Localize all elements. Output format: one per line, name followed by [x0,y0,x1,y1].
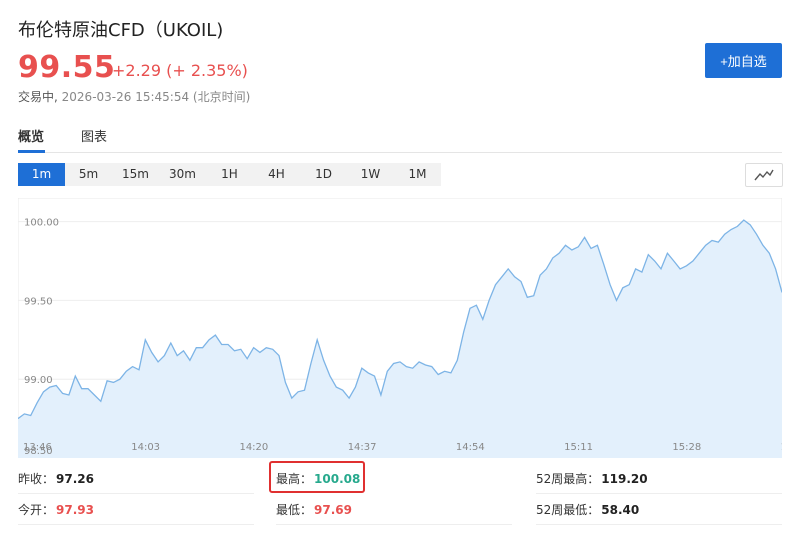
interval-1h[interactable]: 1H [206,163,253,186]
interval-1w[interactable]: 1W [347,163,394,186]
low-value: 97.69 [314,503,352,517]
timestamp: 2026-03-26 15:45:54 (北京时间) [61,90,251,104]
y-tick-label: 99.00 [24,375,53,386]
interval-4h[interactable]: 4H [253,163,300,186]
x-tick-label: 14:37 [348,442,377,453]
x-tick-label: 14:03 [131,442,160,453]
status-label: 交易中, [18,90,58,104]
interval-30m[interactable]: 30m [159,163,206,186]
y-tick-label: 99.50 [24,296,53,307]
interval-15m[interactable]: 15m [112,163,159,186]
y-tick-label: 100.00 [24,218,59,229]
week52-low-value: 58.40 [601,503,640,517]
chart-type-button[interactable] [745,163,783,187]
interval-selector: 1m 5m 15m 30m 1H 4H 1D 1W 1M [18,163,441,186]
price-chart[interactable]: 100.0099.5099.0098.5013:46 14:03 14:20 14:3… [18,198,782,458]
x-tick-label: 14:20 [239,442,268,453]
tab-bar: 概览 图表 [18,126,782,153]
week52-high-label: 52周最高： [536,472,600,486]
active-tab-indicator [18,150,45,153]
interval-5m[interactable]: 5m [65,163,112,186]
prev-close-label: 昨收： [18,472,55,486]
interval-1d[interactable]: 1D [300,163,347,186]
tab-chart[interactable]: 图表 [81,126,107,145]
line-chart-icon [754,169,774,181]
open-label: 今开： [18,503,55,517]
open-stat: 今开： 97.93 [18,496,254,525]
week52-low-stat: 52周最低： 58.40 [536,496,782,525]
add-watchlist-button[interactable]: +加自选 [705,43,782,78]
week52-high-stat: 52周最高： 119.20 [536,465,782,494]
x-tick-label: 15:4 [781,442,782,453]
week52-low-label: 52周最低： [536,503,600,517]
tab-overview[interactable]: 概览 [18,126,44,145]
x-tick-label: 15:28 [672,442,701,453]
prev-close-stat: 昨收： 97.26 [18,465,254,494]
open-value: 97.93 [56,503,94,517]
low-label: 最低： [276,503,313,517]
week52-high-value: 119.20 [601,472,648,486]
interval-1mo[interactable]: 1M [394,163,441,186]
current-price: 99.55 [18,50,116,85]
instrument-title: 布伦特原油CFD（UKOIL) [18,20,224,41]
high-highlight-box [269,461,365,493]
low-stat: 最低： 97.69 [276,496,512,525]
x-tick-label: 13:46 [23,442,52,453]
price-change: +2.29 (+ 2.35%) [112,61,248,80]
trading-status: 交易中, 2026-03-26 15:45:54 (北京时间) [18,88,250,105]
interval-1m[interactable]: 1m [18,163,65,186]
prev-close-value: 97.26 [56,472,94,486]
x-tick-label: 15:11 [564,442,593,453]
x-tick-label: 14:54 [456,442,485,453]
